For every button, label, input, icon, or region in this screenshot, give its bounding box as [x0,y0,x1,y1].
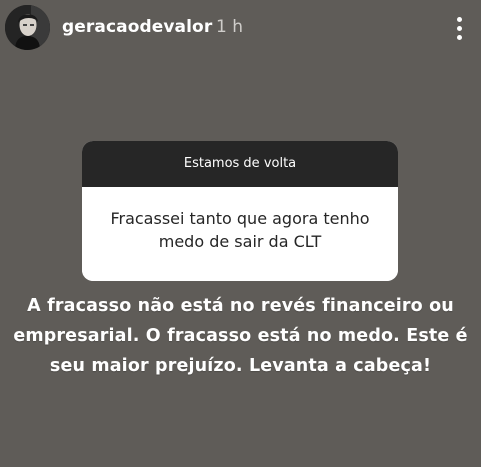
question-body: Fracassei tanto que agora tenho medo de … [82,187,398,281]
question-sticker: Estamos de volta Fracassei tanto que ago… [82,141,398,281]
more-vertical-icon [457,35,462,40]
more-options-button[interactable] [447,12,471,44]
question-text: Fracassei tanto que agora tenho medo de … [110,209,370,251]
profile-photo [5,5,50,50]
more-vertical-icon [457,17,462,22]
story-answer-text: A fracasso não está no revés financeiro … [13,296,468,376]
avatar[interactable] [5,5,50,50]
question-prompt: Estamos de volta [82,141,398,187]
story-screen: geracaodevalor 1 h Estamos de volta Frac… [0,0,481,467]
post-timestamp: 1 h [216,17,243,37]
more-vertical-icon [457,26,462,31]
username[interactable]: geracaodevalor [62,16,212,38]
